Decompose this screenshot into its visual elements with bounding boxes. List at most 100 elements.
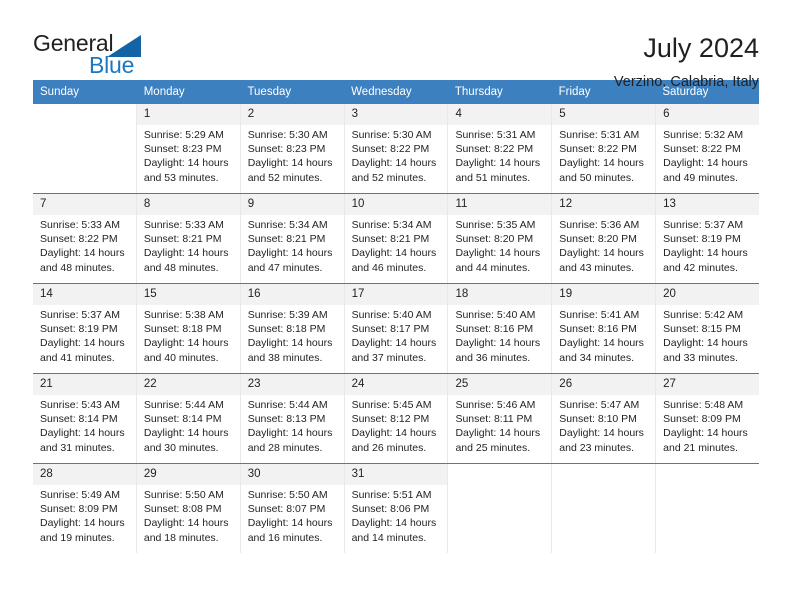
day-number: 5 — [552, 104, 656, 125]
daylight-text: Daylight: 14 hours and 14 minutes. — [351, 517, 437, 544]
day-cell-17[interactable]: 17 Sunrise: 5:40 AM Sunset: 8:17 PM Dayligh… — [343, 284, 448, 373]
sunrise-text: Sunrise: 5:42 AM — [663, 309, 744, 321]
sunset-text: Sunset: 8:09 PM — [663, 413, 741, 426]
sunrise-text: Sunrise: 5:43 AM — [40, 399, 120, 411]
day-details: Sunrise: 5:42 AM Sunset: 8:15 PM Daylight:… — [656, 305, 759, 365]
weekday-header-tuesday: Tuesday — [247, 86, 292, 98]
daylight-text: Daylight: 14 hours and 52 minutes. — [351, 157, 437, 184]
sunset-text: Sunset: 8:22 PM — [559, 143, 637, 156]
sunrise-text: Sunrise: 5:49 AM — [40, 489, 120, 501]
day-cell-22[interactable]: 22 Sunrise: 5:44 AM Sunset: 8:14 PM Dayligh… — [135, 374, 240, 463]
day-cell-14[interactable]: 14 Sunrise: 5:37 AM Sunset: 8:19 PM Dayligh… — [33, 284, 136, 373]
day-cell-10[interactable]: 10 Sunrise: 5:34 AM Sunset: 8:21 PM Dayligh… — [343, 194, 448, 283]
sunrise-text: Sunrise: 5:50 AM — [143, 489, 224, 501]
day-cell-empty — [447, 464, 552, 553]
day-details: Sunrise: 5:45 AM Sunset: 8:12 PM Daylight:… — [345, 395, 448, 455]
sunrise-text: Sunrise: 5:51 AM — [351, 489, 432, 501]
day-cell-empty — [33, 104, 136, 193]
day-cell-13[interactable]: 13 Sunrise: 5:37 AM Sunset: 8:19 PM Dayligh… — [655, 194, 760, 283]
daylight-text: Daylight: 14 hours and 51 minutes. — [455, 157, 541, 184]
day-cell-16[interactable]: 16 Sunrise: 5:39 AM Sunset: 8:18 PM Dayligh… — [239, 284, 344, 373]
day-cell-9[interactable]: 9 Sunrise: 5:34 AM Sunset: 8:21 PM Daylight… — [239, 194, 344, 283]
sunrise-text: Sunrise: 5:44 AM — [247, 399, 328, 411]
daylight-text: Daylight: 14 hours and 37 minutes. — [351, 337, 437, 364]
day-cell-8[interactable]: 8 Sunrise: 5:33 AM Sunset: 8:21 PM Daylight… — [135, 194, 240, 283]
day-cell-21[interactable]: 21 Sunrise: 5:43 AM Sunset: 8:14 PM Dayligh… — [33, 374, 136, 463]
page-header: General Blue July 2024 Verzino, Calabria… — [33, 0, 759, 90]
page-title: July 2024 — [643, 33, 759, 63]
sunrise-text: Sunrise: 5:35 AM — [455, 219, 536, 231]
day-details: Sunrise: 5:50 AM Sunset: 8:07 PM Daylight:… — [241, 485, 344, 545]
day-cell-24[interactable]: 24 Sunrise: 5:45 AM Sunset: 8:12 PM Dayligh… — [343, 374, 448, 463]
day-number: 29 — [136, 464, 240, 485]
day-number: 18 — [448, 284, 552, 305]
day-number: 7 — [33, 194, 136, 215]
day-number: 3 — [344, 104, 448, 125]
day-number: 31 — [344, 464, 448, 485]
daylight-text: Daylight: 14 hours and 44 minutes. — [455, 247, 541, 274]
sunrise-text: Sunrise: 5:31 AM — [559, 129, 640, 141]
sunrise-text: Sunrise: 5:37 AM — [663, 219, 744, 231]
day-number: 30 — [240, 464, 344, 485]
sunrise-text: Sunrise: 5:46 AM — [455, 399, 536, 411]
day-details: Sunrise: 5:34 AM Sunset: 8:21 PM Daylight:… — [241, 215, 344, 275]
sunset-text: Sunset: 8:11 PM — [455, 413, 533, 426]
day-cell-12[interactable]: 12 Sunrise: 5:36 AM Sunset: 8:20 PM Dayligh… — [551, 194, 656, 283]
day-cell-27[interactable]: 27 Sunrise: 5:48 AM Sunset: 8:09 PM Dayligh… — [655, 374, 760, 463]
sunset-text: Sunset: 8:09 PM — [40, 503, 118, 516]
sunrise-text: Sunrise: 5:30 AM — [351, 129, 432, 141]
day-cell-11[interactable]: 11 Sunrise: 5:35 AM Sunset: 8:20 PM Dayligh… — [447, 194, 552, 283]
day-cell-31[interactable]: 31 Sunrise: 5:51 AM Sunset: 8:06 PM Dayligh… — [343, 464, 448, 553]
day-cell-25[interactable]: 25 Sunrise: 5:46 AM Sunset: 8:11 PM Dayligh… — [447, 374, 552, 463]
day-number: 6 — [656, 104, 760, 125]
day-cell-1[interactable]: 1 Sunrise: 5:29 AM Sunset: 8:23 PM Daylight… — [135, 104, 240, 193]
day-number: 27 — [656, 374, 760, 395]
daylight-text: Daylight: 14 hours and 18 minutes. — [143, 517, 229, 544]
sunset-text: Sunset: 8:13 PM — [247, 413, 326, 426]
calendar-grid: Sunday Monday Tuesday Wednesday Thursday Frid… — [33, 80, 760, 553]
day-cell-20[interactable]: 20 Sunrise: 5:42 AM Sunset: 8:15 PM Dayligh… — [655, 284, 760, 373]
calendar-week-row: 14 Sunrise: 5:37 AM Sunset: 8:19 PM Dayligh… — [33, 283, 760, 373]
day-details: Sunrise: 5:30 AM Sunset: 8:22 PM Daylight:… — [345, 125, 448, 185]
daylight-text: Daylight: 14 hours and 21 minutes. — [663, 427, 748, 454]
day-details: Sunrise: 5:37 AM Sunset: 8:19 PM Daylight:… — [33, 305, 136, 365]
day-details: Sunrise: 5:31 AM Sunset: 8:22 PM Daylight:… — [552, 125, 655, 185]
day-details: Sunrise: 5:31 AM Sunset: 8:22 PM Daylight:… — [448, 125, 551, 185]
sunrise-text: Sunrise: 5:30 AM — [247, 129, 328, 141]
day-cell-29[interactable]: 29 Sunrise: 5:50 AM Sunset: 8:08 PM Dayligh… — [135, 464, 240, 553]
sunrise-text: Sunrise: 5:47 AM — [559, 399, 640, 411]
sunset-text: Sunset: 8:21 PM — [247, 233, 326, 246]
day-cell-5[interactable]: 5 Sunrise: 5:31 AM Sunset: 8:22 PM Daylight… — [551, 104, 656, 193]
day-cell-23[interactable]: 23 Sunrise: 5:44 AM Sunset: 8:13 PM Dayligh… — [239, 374, 344, 463]
day-cell-7[interactable]: 7 Sunrise: 5:33 AM Sunset: 8:22 PM Daylight… — [33, 194, 136, 283]
day-cell-6[interactable]: 6 Sunrise: 5:32 AM Sunset: 8:22 PM Daylight… — [655, 104, 760, 193]
sunset-text: Sunset: 8:16 PM — [455, 323, 534, 336]
day-cell-2[interactable]: 2 Sunrise: 5:30 AM Sunset: 8:23 PM Daylight… — [239, 104, 344, 193]
day-cell-18[interactable]: 18 Sunrise: 5:40 AM Sunset: 8:16 PM Dayligh… — [447, 284, 552, 373]
day-cell-3[interactable]: 3 Sunrise: 5:30 AM Sunset: 8:22 PM Daylight… — [343, 104, 448, 193]
day-cell-26[interactable]: 26 Sunrise: 5:47 AM Sunset: 8:10 PM Dayligh… — [551, 374, 656, 463]
daylight-text: Daylight: 14 hours and 19 minutes. — [40, 517, 125, 544]
day-cell-28[interactable]: 28 Sunrise: 5:49 AM Sunset: 8:09 PM Dayligh… — [33, 464, 136, 553]
weekday-header-sunday: Sunday — [40, 86, 80, 98]
daylight-text: Daylight: 14 hours and 48 minutes. — [143, 247, 229, 274]
calendar-week-row: 7 Sunrise: 5:33 AM Sunset: 8:22 PM Daylight… — [33, 193, 760, 283]
day-number: 28 — [33, 464, 136, 485]
day-cell-4[interactable]: 4 Sunrise: 5:31 AM Sunset: 8:22 PM Daylight… — [447, 104, 552, 193]
day-details: Sunrise: 5:33 AM Sunset: 8:22 PM Daylight:… — [33, 215, 136, 275]
day-details: Sunrise: 5:44 AM Sunset: 8:13 PM Daylight:… — [241, 395, 344, 455]
daylight-text: Daylight: 14 hours and 23 minutes. — [559, 427, 644, 454]
day-details: Sunrise: 5:40 AM Sunset: 8:16 PM Daylight:… — [448, 305, 551, 365]
sunrise-text: Sunrise: 5:32 AM — [663, 129, 744, 141]
weekday-header-monday: Monday — [143, 86, 185, 98]
day-cell-15[interactable]: 15 Sunrise: 5:38 AM Sunset: 8:18 PM Dayligh… — [135, 284, 240, 373]
day-number: 1 — [136, 104, 240, 125]
day-details: Sunrise: 5:35 AM Sunset: 8:20 PM Daylight:… — [448, 215, 551, 275]
day-cell-30[interactable]: 30 Sunrise: 5:50 AM Sunset: 8:07 PM Dayligh… — [239, 464, 344, 553]
daylight-text: Daylight: 14 hours and 48 minutes. — [40, 247, 125, 274]
daylight-text: Daylight: 14 hours and 28 minutes. — [247, 427, 333, 454]
day-details: Sunrise: 5:49 AM Sunset: 8:09 PM Daylight:… — [33, 485, 136, 545]
day-cell-19[interactable]: 19 Sunrise: 5:41 AM Sunset: 8:16 PM Dayligh… — [551, 284, 656, 373]
day-details: Sunrise: 5:38 AM Sunset: 8:18 PM Daylight:… — [137, 305, 240, 365]
general-blue-logo: General Blue — [33, 30, 163, 82]
